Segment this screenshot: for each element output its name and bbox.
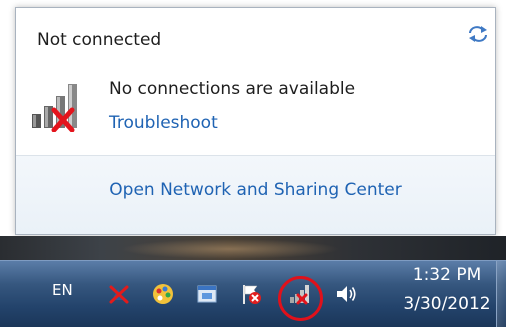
background-glint <box>120 239 340 259</box>
color-palette-icon[interactable] <box>152 283 174 305</box>
app-window-icon[interactable] <box>196 283 218 305</box>
show-desktop-button[interactable] <box>496 261 506 327</box>
troubleshoot-link[interactable]: Troubleshoot <box>109 113 218 133</box>
highlight-circle <box>278 276 323 321</box>
speaker-volume-icon[interactable] <box>335 283 357 305</box>
desktop-background-strip <box>0 236 506 260</box>
flyout-top-panel: Not connected No connections are availab… <box>16 8 495 155</box>
language-indicator[interactable]: EN <box>52 281 73 299</box>
network-flyout: Not connected No connections are availab… <box>15 7 496 235</box>
clock-time[interactable]: 1:32 PM <box>397 265 497 285</box>
flyout-bottom-panel: Open Network and Sharing Center <box>16 156 495 234</box>
clock-date[interactable]: 3/30/2012 <box>397 294 497 314</box>
refresh-icon[interactable] <box>465 24 491 44</box>
connection-status-title: Not connected <box>37 30 162 50</box>
no-connections-message: No connections are available <box>109 79 356 99</box>
taskbar: EN 1:32 PM 3/30/2012 <box>0 260 506 327</box>
signal-bars-no-connection-icon <box>32 84 77 132</box>
flag-error-icon[interactable] <box>240 283 262 305</box>
action-center-x-icon[interactable] <box>108 283 130 305</box>
open-network-sharing-center-link[interactable]: Open Network and Sharing Center <box>16 180 495 200</box>
